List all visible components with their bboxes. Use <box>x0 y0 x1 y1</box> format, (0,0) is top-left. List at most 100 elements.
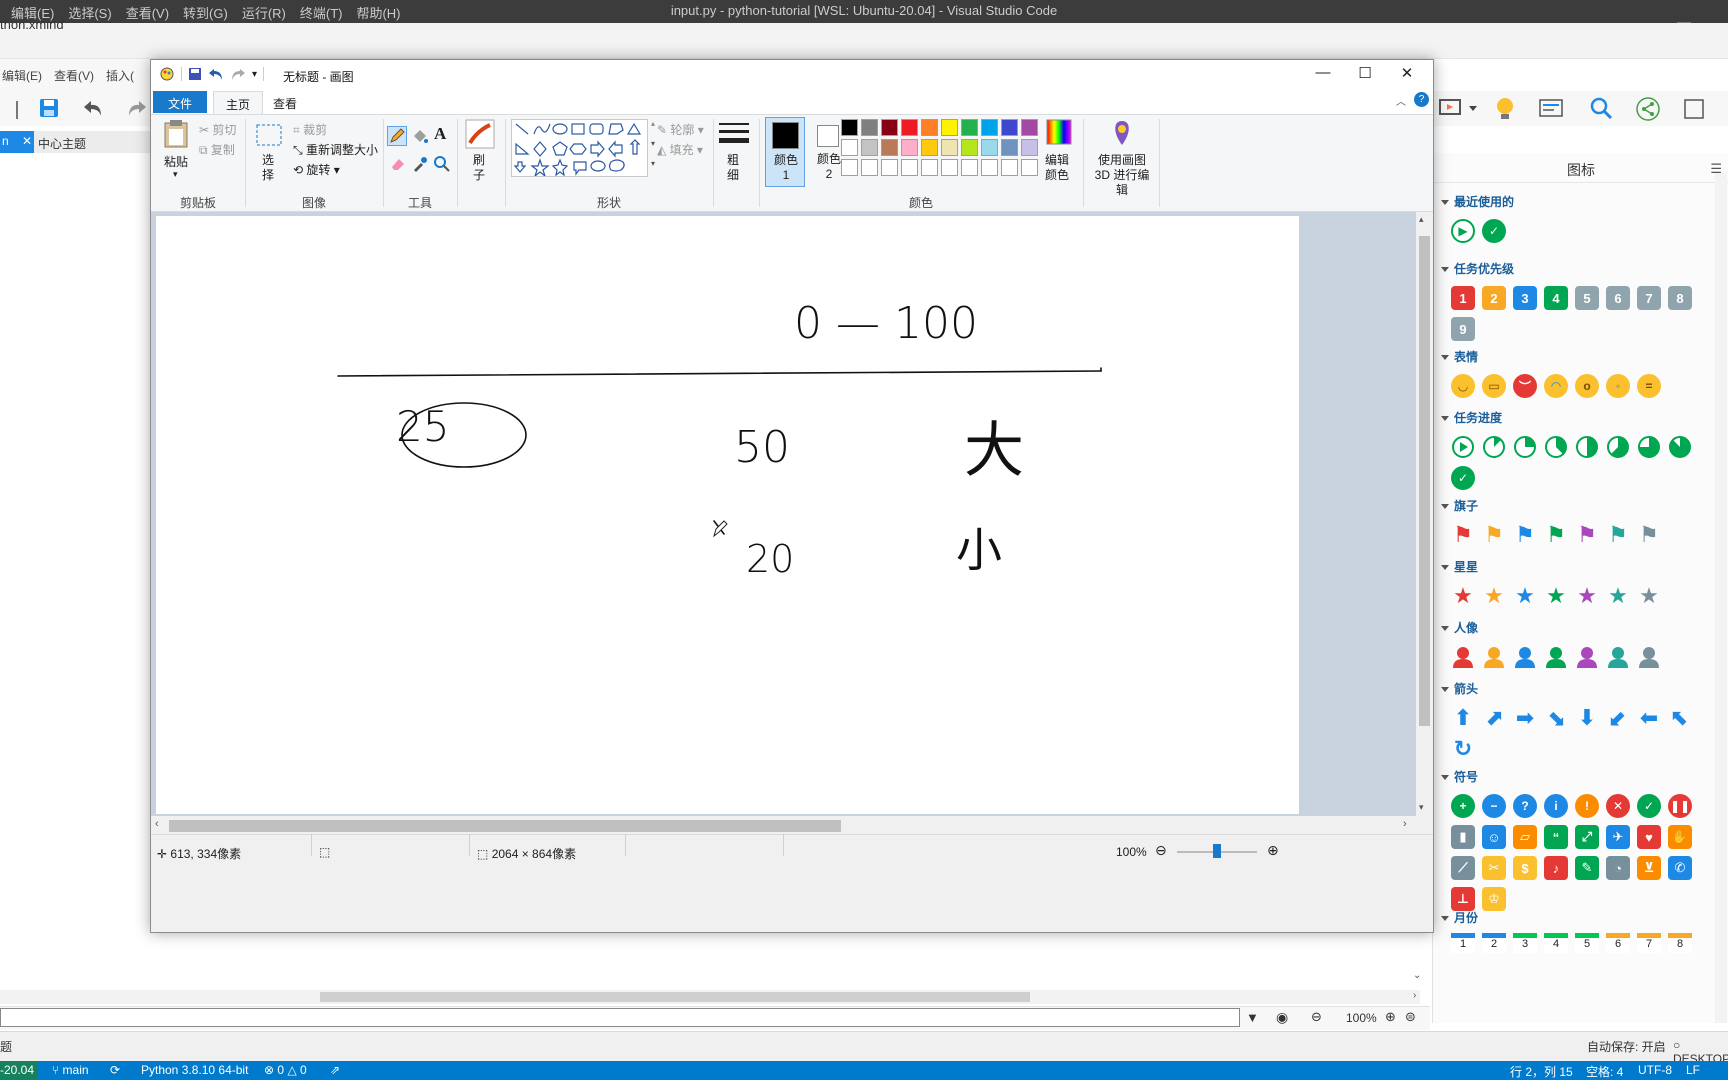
paint3d-label[interactable]: 使用画图 3D 进行编辑 <box>1089 153 1155 198</box>
paste-icon[interactable] <box>163 119 189 149</box>
progress-icon[interactable] <box>1482 435 1506 459</box>
angry-icon[interactable]: ︶ <box>1513 374 1537 398</box>
panel-scrollbar[interactable] <box>1715 173 1727 1023</box>
close-icon[interactable]: ✕ <box>22 134 32 148</box>
star-icon[interactable]: ★ <box>1544 583 1568 608</box>
person-icon[interactable] <box>1451 645 1475 669</box>
autosave-status[interactable]: 自动保存: 开启 <box>1587 1038 1666 1055</box>
sheet-tab-active[interactable]: n ✕ <box>0 131 34 153</box>
redo-icon[interactable] <box>126 97 148 119</box>
close-button[interactable]: ✕ <box>1385 64 1429 86</box>
gallery-more-icon[interactable]: ▾ <box>651 159 655 168</box>
maximize-button[interactable]: ☐ <box>1343 64 1387 86</box>
palette-swatch[interactable] <box>981 119 998 136</box>
person-icon[interactable] <box>1637 645 1661 669</box>
progress-done-icon[interactable]: ✓ <box>1451 466 1475 490</box>
arrow-down-icon[interactable]: ⬇ <box>1575 705 1599 730</box>
priority-8-icon[interactable]: 8 <box>1668 286 1692 310</box>
flag-icon[interactable]: ⚑ <box>1451 522 1475 547</box>
quote-icon[interactable]: “ <box>1544 825 1568 849</box>
month-1-icon[interactable]: 1 <box>1451 933 1475 953</box>
refresh-icon[interactable]: ↻ <box>1451 736 1475 761</box>
zoom-slider-thumb[interactable] <box>1213 844 1221 858</box>
custom-color-slot[interactable] <box>1001 159 1018 176</box>
encoding[interactable]: UTF-8 <box>1638 1063 1672 1077</box>
section-arrow[interactable]: 箭头 <box>1441 680 1478 697</box>
palette-swatch[interactable] <box>841 119 858 136</box>
fill-bucket-icon[interactable] <box>411 127 429 145</box>
minus-icon[interactable]: − <box>1482 794 1506 818</box>
person-icon[interactable] <box>1606 645 1630 669</box>
priority-7-icon[interactable]: 7 <box>1637 286 1661 310</box>
priority-9-icon[interactable]: 9 <box>1451 317 1475 341</box>
phone-icon[interactable]: ✆ <box>1668 856 1692 880</box>
trend-icon[interactable]: ⟋ <box>1451 856 1475 880</box>
flag-icon[interactable]: ⚑ <box>1513 522 1537 547</box>
magnifier-icon[interactable] <box>433 155 451 173</box>
sheet-tab-central-topic[interactable]: 中心主题 <box>38 135 86 152</box>
zoom-in-icon[interactable]: ⊕ <box>1385 1009 1396 1025</box>
flag-icon[interactable]: ⚑ <box>1637 522 1661 547</box>
minimize-button[interactable]: — <box>1301 64 1345 86</box>
undo-icon[interactable] <box>82 97 104 119</box>
star-icon[interactable]: ★ <box>1637 583 1661 608</box>
tab-home[interactable]: 主页 <box>213 91 263 115</box>
scroll-left-arrow-icon[interactable]: ‹ <box>155 818 159 830</box>
progress-icon[interactable] <box>1451 435 1475 459</box>
scroll-right-arrow-icon[interactable]: › <box>1403 818 1407 830</box>
progress-icon[interactable] <box>1606 435 1630 459</box>
flag-icon[interactable]: ⚑ <box>1575 522 1599 547</box>
text-tool-icon[interactable]: A <box>434 124 446 144</box>
arrow-down-right-icon[interactable]: ⬊ <box>1544 705 1568 730</box>
sweat-icon[interactable]: ◦ <box>1606 374 1630 398</box>
redo-icon[interactable] <box>230 67 246 81</box>
format-panel-icon[interactable] <box>1682 97 1706 121</box>
dollar-icon[interactable]: $ <box>1513 856 1537 880</box>
info-icon[interactable]: i <box>1544 794 1568 818</box>
live-share-icon[interactable]: ⇗ <box>330 1063 340 1077</box>
progress-icon[interactable] <box>1513 435 1537 459</box>
ok-icon[interactable]: ✓ <box>1637 794 1661 818</box>
resize-button[interactable]: ⤡ 重新调整大小 <box>293 141 378 158</box>
play-icon[interactable]: ▶ <box>1451 219 1475 243</box>
palette-swatch[interactable] <box>981 139 998 156</box>
custom-color-slot[interactable] <box>1021 159 1038 176</box>
palette-swatch[interactable] <box>941 139 958 156</box>
pause-icon[interactable]: ❚❚ <box>1668 794 1692 818</box>
xmind-filter-field[interactable] <box>0 1008 1240 1027</box>
star-icon[interactable]: ★ <box>1513 583 1537 608</box>
python-interpreter[interactable]: Python 3.8.10 64-bit <box>141 1063 248 1077</box>
priority-4-icon[interactable]: 4 <box>1544 286 1568 310</box>
size-label[interactable]: 粗细 <box>727 153 741 183</box>
color-picker-icon[interactable] <box>411 155 429 173</box>
warning-icon[interactable]: ! <box>1575 794 1599 818</box>
section-symbol[interactable]: 符号 <box>1441 768 1478 785</box>
indentation[interactable]: 空格: 4 <box>1586 1063 1623 1080</box>
color1-button[interactable]: 颜色 1 <box>765 117 805 187</box>
lightbulb-icon[interactable] <box>1494 96 1516 122</box>
custom-color-slot[interactable] <box>961 159 978 176</box>
help-icon[interactable]: ? <box>1414 92 1429 107</box>
comment-icon[interactable]: ▱ <box>1513 825 1537 849</box>
custom-color-slot[interactable] <box>841 159 858 176</box>
palette-swatch[interactable] <box>1001 119 1018 136</box>
select-label[interactable]: 选择 <box>262 153 276 183</box>
star-icon[interactable]: ★ <box>1606 583 1630 608</box>
section-progress[interactable]: 任务进度 <box>1441 409 1502 426</box>
neutral-icon[interactable]: = <box>1637 374 1661 398</box>
brush-icon[interactable] <box>465 119 495 149</box>
expand-icon[interactable]: ⤢ <box>1575 825 1599 849</box>
customize-dropdown-icon[interactable]: ▾ <box>252 69 257 80</box>
custom-color-slot[interactable] <box>941 159 958 176</box>
size-icon[interactable] <box>719 121 749 147</box>
fill-button[interactable]: ◭ 填充 ▾ <box>657 141 703 158</box>
outline-button[interactable]: ✎ 轮廓 ▾ <box>657 121 704 138</box>
xmind-menu-insert[interactable]: 插入( <box>106 67 134 91</box>
custom-color-slot[interactable] <box>861 159 878 176</box>
edit-colors-icon[interactable] <box>1046 119 1072 145</box>
month-4-icon[interactable]: 4 <box>1544 933 1568 953</box>
palette-swatch[interactable] <box>921 119 938 136</box>
section-priority[interactable]: 任务优先级 <box>1441 260 1514 277</box>
palette-swatch[interactable] <box>901 139 918 156</box>
person-icon[interactable] <box>1544 645 1568 669</box>
